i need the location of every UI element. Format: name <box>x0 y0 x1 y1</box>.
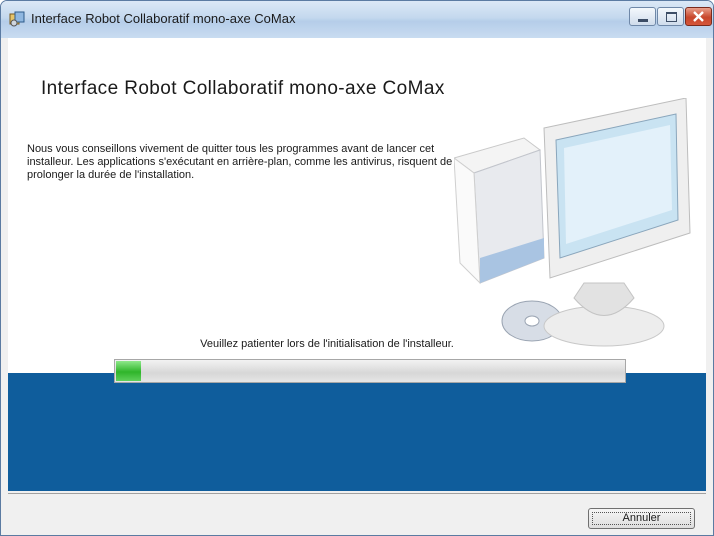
content-panel: Interface Robot Collaboratif mono-axe Co… <box>8 38 706 491</box>
maximize-icon <box>666 12 677 22</box>
status-text: Veuillez patienter lors de l'initialisat… <box>200 338 454 350</box>
description-text: Nous vous conseillons vivement de quitte… <box>27 143 453 181</box>
page-heading: Interface Robot Collaboratif mono-axe Co… <box>41 78 445 99</box>
maximize-button[interactable] <box>657 7 684 26</box>
close-icon <box>693 11 704 22</box>
minimize-button[interactable] <box>629 7 656 26</box>
minimize-icon <box>638 19 648 22</box>
footer-divider <box>8 493 706 494</box>
installer-icon <box>9 11 25 27</box>
close-button[interactable] <box>685 7 712 26</box>
computer-illustration <box>454 98 691 347</box>
cancel-button-label: Annuler <box>622 512 661 524</box>
blue-banner <box>8 373 706 491</box>
cancel-button[interactable]: Annuler <box>588 508 695 529</box>
window-title: Interface Robot Collaboratif mono-axe Co… <box>31 11 296 26</box>
installer-window: Interface Robot Collaboratif mono-axe Co… <box>0 0 714 536</box>
progress-bar <box>114 359 626 383</box>
title-bar[interactable]: Interface Robot Collaboratif mono-axe Co… <box>1 1 713 38</box>
progress-fill <box>116 361 142 381</box>
